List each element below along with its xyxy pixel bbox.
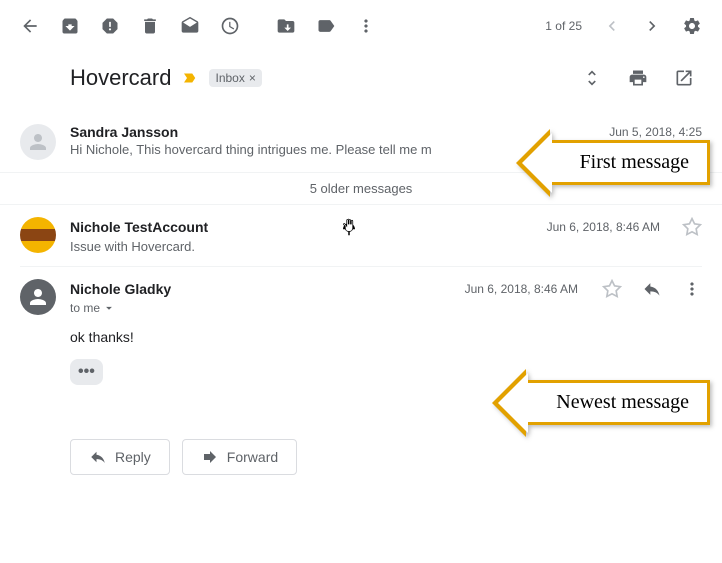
more-icon[interactable] <box>348 8 384 44</box>
avatar <box>20 124 56 160</box>
message-body: ok thanks! <box>70 329 702 345</box>
snooze-icon[interactable] <box>212 8 248 44</box>
next-icon[interactable] <box>634 8 670 44</box>
archive-icon[interactable] <box>52 8 88 44</box>
to-text: to me <box>70 301 100 315</box>
label-chip[interactable]: Inbox × <box>209 69 261 87</box>
chevron-down-icon <box>102 301 116 315</box>
annotation-newest-text: Newest message <box>556 391 689 413</box>
reply-icon <box>89 448 107 466</box>
message-collapsed-second[interactable]: Nichole TestAccount Jun 6, 2018, 8:46 AM… <box>0 205 722 266</box>
mark-unread-icon[interactable] <box>172 8 208 44</box>
to-line[interactable]: to me <box>70 301 702 315</box>
older-messages-text: 5 older messages <box>310 181 413 196</box>
subject-text: Hovercard <box>70 65 171 91</box>
reply-icon[interactable] <box>642 279 662 299</box>
forward-button[interactable]: Forward <box>182 439 297 475</box>
annotation-first: First message <box>547 140 710 185</box>
message-more-icon[interactable] <box>682 279 702 299</box>
label-remove-icon[interactable]: × <box>249 71 256 85</box>
annotation-newest: Newest message <box>523 380 710 425</box>
subject-row: Hovercard Inbox × <box>0 52 722 112</box>
avatar <box>20 279 56 315</box>
star-icon[interactable] <box>602 279 622 299</box>
timestamp: Jun 6, 2018, 8:46 AM <box>465 282 578 296</box>
timestamp: Jun 5, 2018, 4:25 <box>609 125 702 139</box>
message-expanded: Nichole Gladky Jun 6, 2018, 8:46 AM to m… <box>0 267 722 397</box>
page-count: 1 of 25 <box>545 19 582 33</box>
show-trimmed-icon[interactable]: ••• <box>70 359 103 385</box>
reply-button-label: Reply <box>115 449 151 465</box>
open-new-window-icon[interactable] <box>666 60 702 96</box>
sender-name: Sandra Jansson <box>70 124 178 140</box>
spam-icon[interactable] <box>92 8 128 44</box>
action-buttons: Reply Forward <box>0 427 722 487</box>
back-icon[interactable] <box>12 8 48 44</box>
timestamp: Jun 6, 2018, 8:46 AM <box>547 220 660 234</box>
delete-icon[interactable] <box>132 8 168 44</box>
move-to-icon[interactable] <box>268 8 304 44</box>
important-icon[interactable] <box>181 69 199 87</box>
reply-button[interactable]: Reply <box>70 439 170 475</box>
sender-name: Nichole Gladky <box>70 281 171 297</box>
forward-button-label: Forward <box>227 449 278 465</box>
expand-all-icon[interactable] <box>574 60 610 96</box>
print-icon[interactable] <box>620 60 656 96</box>
avatar <box>20 217 56 253</box>
toolbar: 1 of 25 <box>0 0 722 52</box>
settings-icon[interactable] <box>674 8 710 44</box>
message-snippet: Issue with Hovercard. <box>70 239 470 254</box>
label-chip-text: Inbox <box>215 71 244 85</box>
star-icon[interactable] <box>682 217 702 237</box>
forward-icon <box>201 448 219 466</box>
sender-name: Nichole TestAccount <box>70 219 208 235</box>
message-snippet: Hi Nichole, This hovercard thing intrigu… <box>70 142 470 157</box>
prev-icon[interactable] <box>594 8 630 44</box>
labels-icon[interactable] <box>308 8 344 44</box>
annotation-first-text: First message <box>580 151 689 173</box>
